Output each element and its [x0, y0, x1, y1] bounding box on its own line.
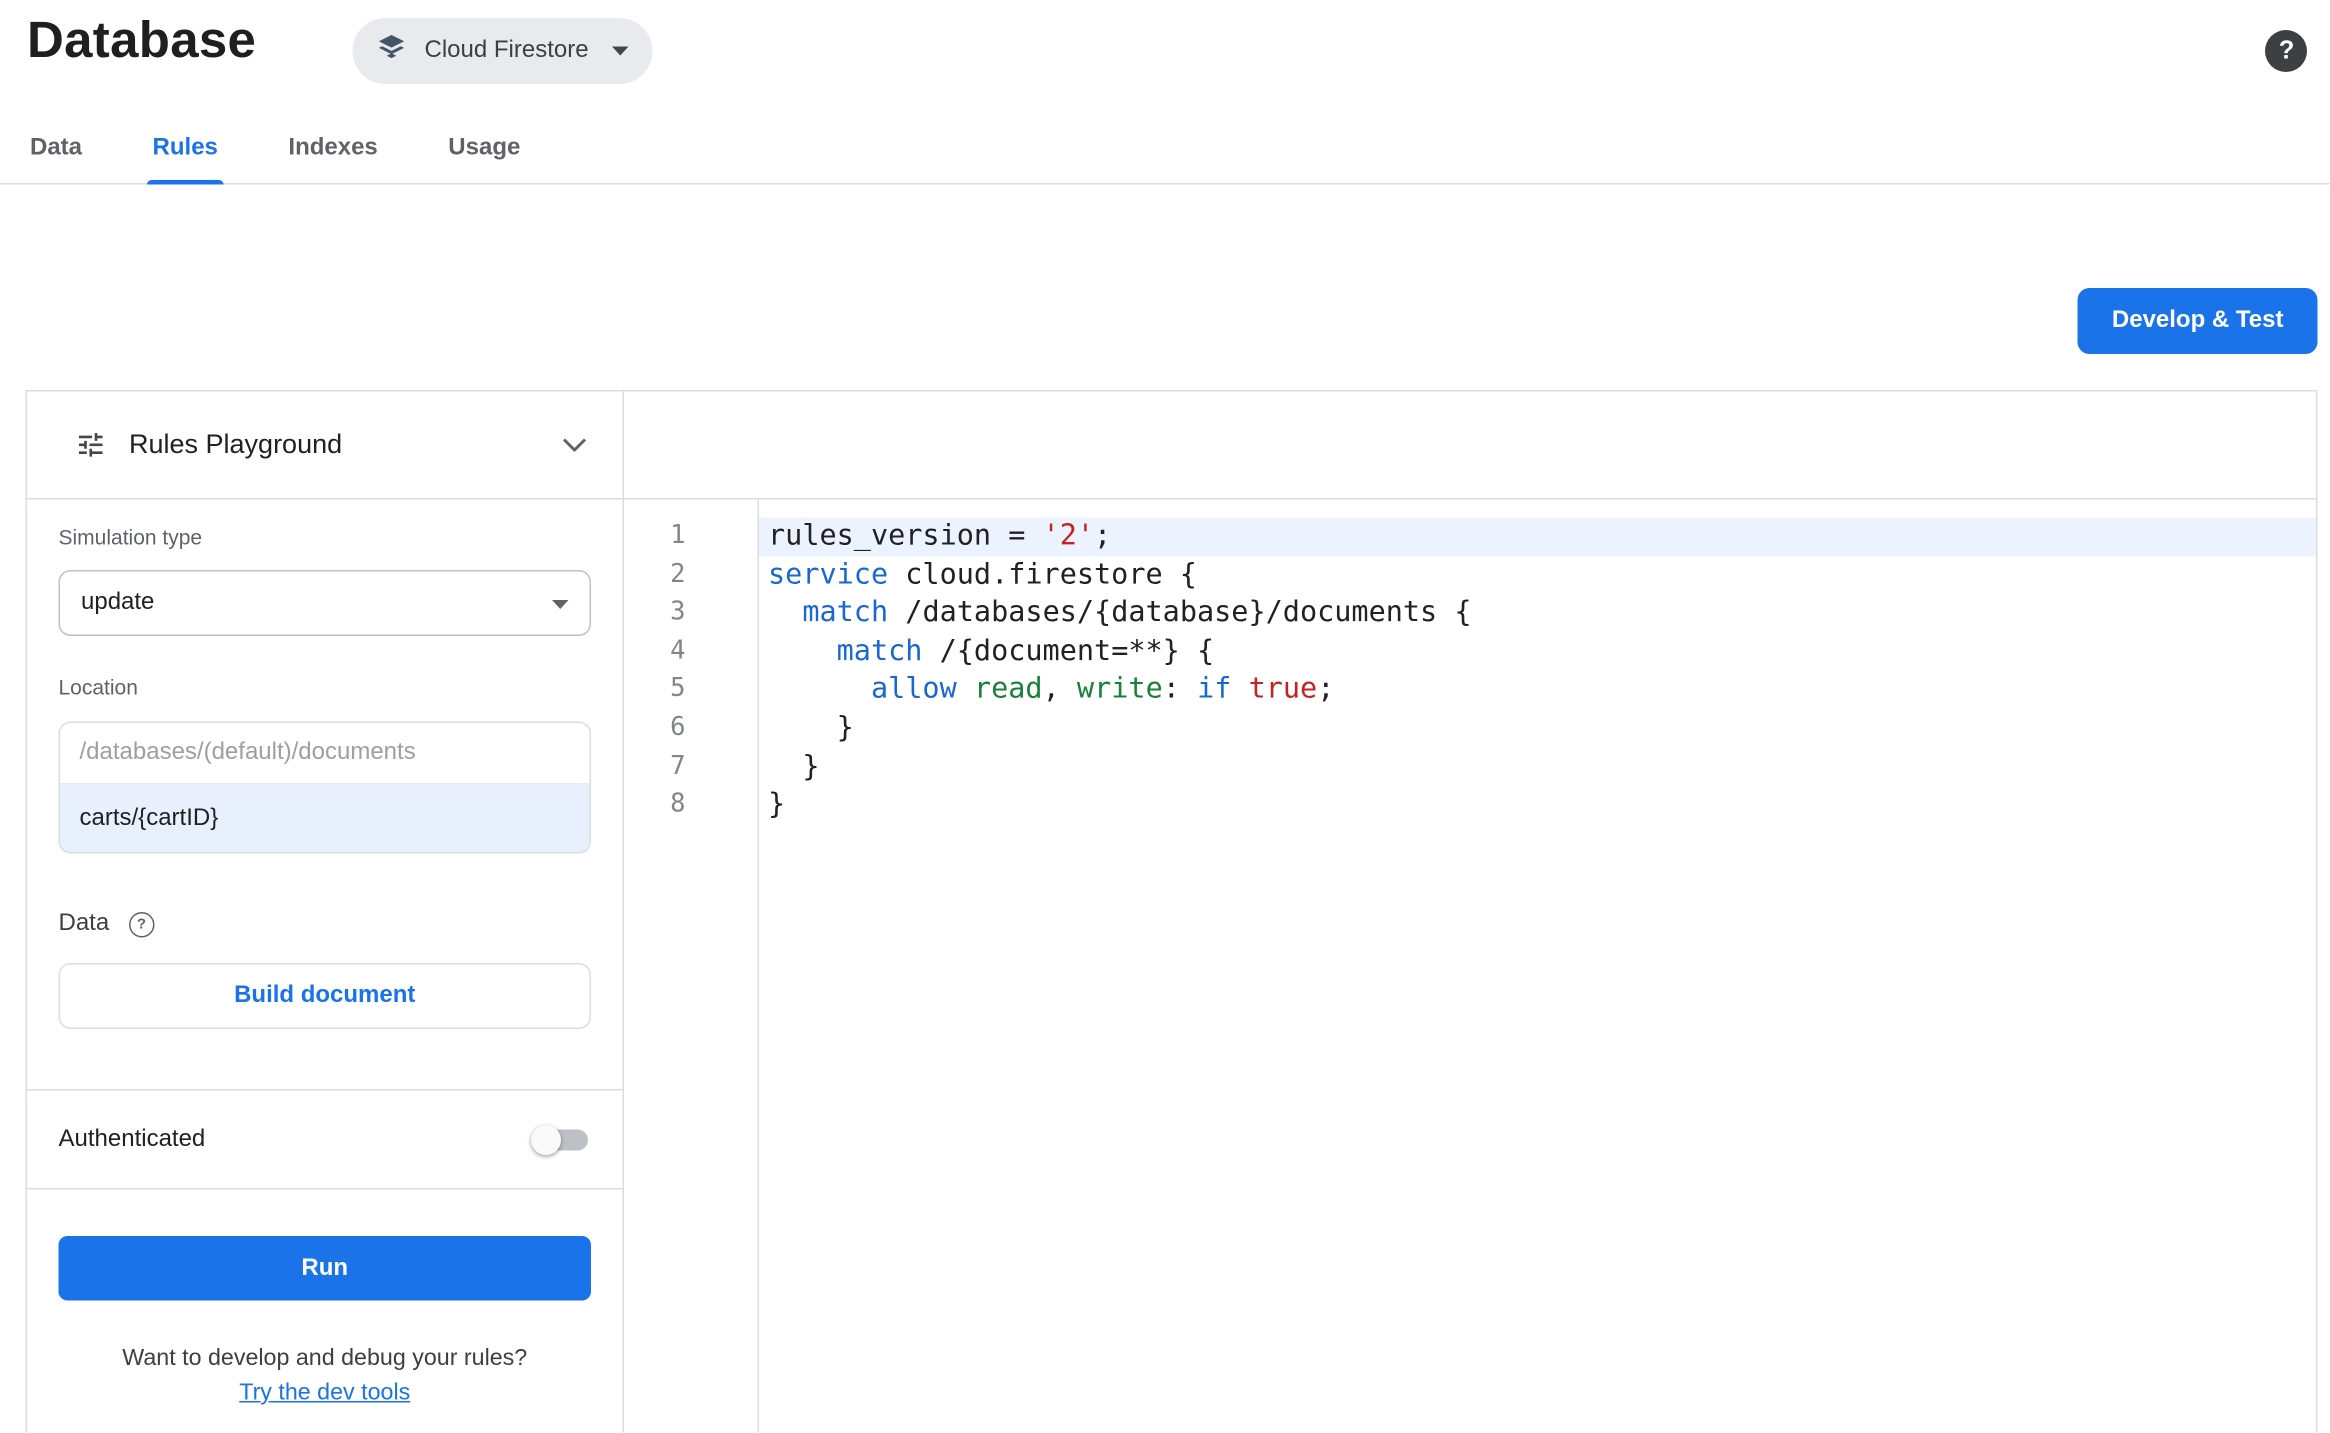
line-number: 4 [670, 635, 686, 666]
location-label: Location [58, 675, 138, 699]
line-number: 2 [670, 558, 686, 589]
data-help-icon[interactable]: ? [128, 911, 155, 937]
firestore-icon [375, 31, 408, 72]
line-number: 7 [670, 750, 686, 781]
product-selector-label: Cloud Firestore [424, 37, 589, 64]
line-number: 3 [670, 597, 686, 628]
code-editor[interactable]: rules_version = '2'; service cloud.firest… [759, 500, 2317, 1433]
authenticated-label: Authenticated [58, 1125, 206, 1152]
code-line[interactable]: } [759, 786, 2316, 824]
editor-toolbar [624, 392, 2317, 500]
location-prefix[interactable]: /databases/(default)/documents [60, 723, 590, 785]
collapse-chevron-icon[interactable] [562, 438, 587, 452]
authenticated-row: Authenticated [27, 1089, 623, 1190]
dev-tools-prompt: Want to develop and debug your rules? [122, 1345, 528, 1372]
code-line[interactable]: allow read, write: if true; [759, 671, 2316, 709]
code-line[interactable]: service cloud.firestore { [759, 556, 2316, 594]
editor-body: 1 2 3 4 5 6 7 8 rules_version = '2'; service clo… [624, 499, 2317, 1433]
toggle-knob [531, 1124, 561, 1155]
playground-form: Simulation type update Location /databas… [27, 500, 623, 1029]
code-line[interactable]: } [759, 709, 2316, 747]
develop-test-button[interactable]: Develop & Test [2077, 288, 2318, 354]
actions-row: Develop & Test [0, 185, 2330, 391]
data-label: Data [58, 910, 110, 937]
playground-title: Rules Playground [129, 429, 343, 459]
page-title: Database [27, 12, 257, 69]
playground-header[interactable]: Rules Playground [27, 392, 623, 500]
tab-rules[interactable]: Rules [146, 114, 224, 185]
line-number: 5 [670, 674, 686, 705]
product-selector[interactable]: Cloud Firestore [352, 18, 654, 84]
firestore-database-page: Database Cloud Firestore ? Data Rules Inde… [0, 0, 2330, 1433]
rules-editor: 1 2 3 4 5 6 7 8 rules_version = '2'; service clo… [624, 392, 2317, 1433]
code-line[interactable]: match /databases/{database}/documents { [759, 594, 2316, 632]
build-document-button[interactable]: Build document [58, 963, 591, 1029]
simulation-type-select[interactable]: update [58, 570, 591, 636]
select-caret-icon [552, 590, 569, 617]
tune-icon [75, 429, 107, 461]
help-icon[interactable]: ? [2265, 30, 2308, 72]
tab-indexes[interactable]: Indexes [285, 114, 380, 183]
playground-footer: Run Want to develop and debug your rules… [27, 1190, 623, 1408]
code-line[interactable]: rules_version = '2'; [759, 517, 2317, 556]
location-field: /databases/(default)/documents carts/{ca… [58, 721, 591, 854]
chevron-down-icon [612, 46, 630, 56]
editor-gutter: 1 2 3 4 5 6 7 8 [624, 499, 759, 1433]
run-button[interactable]: Run [58, 1236, 591, 1301]
simulation-type-value: update [81, 589, 155, 616]
line-number: 8 [670, 789, 686, 820]
location-path-input[interactable]: carts/{cartID} [60, 784, 590, 852]
data-section: Data ? [59, 911, 592, 938]
authenticated-toggle[interactable] [531, 1124, 591, 1155]
line-number: 1 [670, 520, 686, 551]
tab-data[interactable]: Data [27, 114, 85, 183]
code-line[interactable]: match /{document=**} { [759, 633, 2316, 671]
code-line[interactable]: } [759, 748, 2316, 786]
line-number: 6 [670, 712, 686, 743]
simulation-type-label: Simulation type [58, 525, 203, 549]
rules-card: Rules Playground Simulation type update … [25, 390, 2318, 1433]
tab-usage[interactable]: Usage [445, 114, 523, 183]
dev-tools-link[interactable]: Try the dev tools [59, 1380, 592, 1407]
top-bar: Database Cloud Firestore ? [0, 0, 2330, 114]
tab-bar: Data Rules Indexes Usage [0, 114, 2330, 185]
rules-playground-panel: Rules Playground Simulation type update … [27, 391, 624, 1433]
